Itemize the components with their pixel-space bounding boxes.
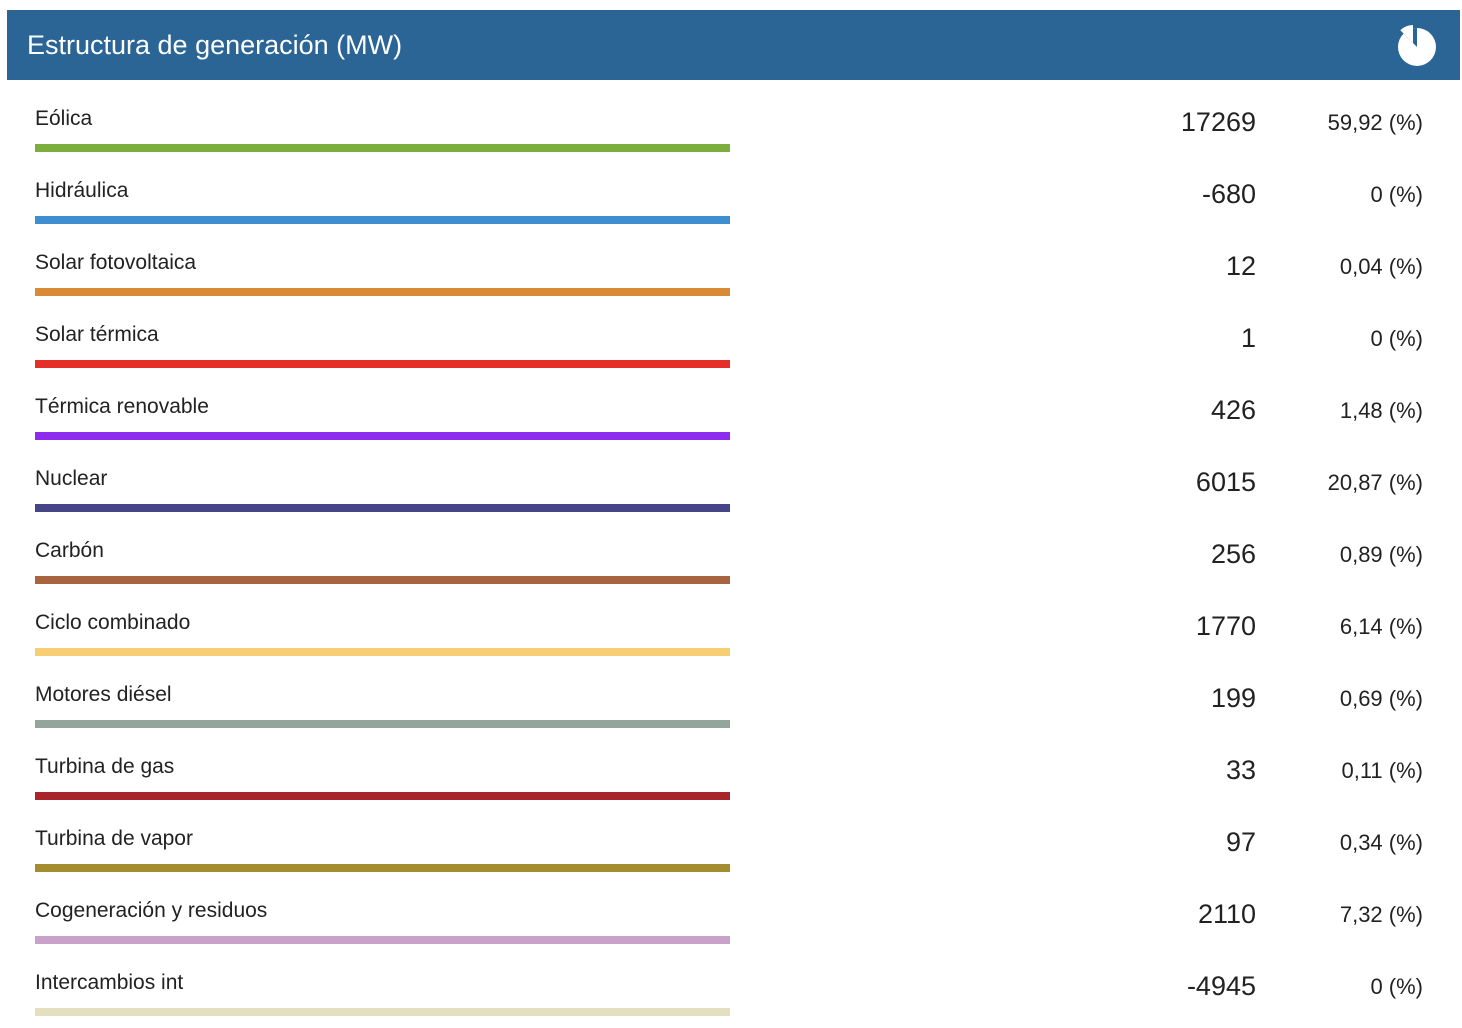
generation-row: Motores diésel 199 0,69 (%) (0, 662, 1462, 734)
source-label: Motores diésel (35, 683, 172, 706)
source-percent: 6,14 (%) (1339, 614, 1423, 639)
generation-row: Cogeneración y residuos 2110 7,32 (%) (0, 878, 1462, 950)
source-value: 1770 (1195, 611, 1256, 641)
source-color-bar (35, 432, 730, 440)
source-percent: 0,04 (%) (1339, 254, 1423, 279)
source-color-bar (35, 216, 730, 224)
source-color-bar (35, 360, 730, 368)
source-color-bar (35, 936, 730, 944)
source-value: 256 (1210, 539, 1256, 569)
source-label: Térmica renovable (35, 395, 209, 418)
source-color-bar (35, 864, 730, 872)
source-label: Turbina de vapor (35, 827, 193, 850)
generation-row: Carbón 256 0,89 (%) (0, 518, 1462, 590)
source-value: 33 (1225, 755, 1256, 785)
source-percent: 59,92 (%) (1327, 110, 1423, 135)
source-label: Nuclear (35, 467, 108, 490)
source-color-bar (35, 576, 730, 584)
source-percent: 7,32 (%) (1339, 902, 1423, 927)
source-label: Turbina de gas (35, 755, 175, 778)
source-color-bar (35, 144, 730, 152)
generation-list: Eólica 17269 59,92 (%) Hidráulica -680 0 (%) S… (0, 86, 1462, 1022)
source-value: 17269 (1180, 107, 1256, 137)
generation-row: Ciclo combinado 1770 6,14 (%) (0, 590, 1462, 662)
source-color-bar (35, 648, 730, 656)
generation-row: Hidráulica -680 0 (%) (0, 158, 1462, 230)
source-percent: 0,34 (%) (1339, 830, 1423, 855)
source-value: 2110 (1197, 899, 1256, 929)
source-label: Ciclo combinado (35, 611, 191, 634)
source-percent: 0,11 (%) (1341, 758, 1423, 783)
source-label: Solar fotovoltaica (35, 251, 197, 274)
source-label: Solar térmica (35, 323, 159, 346)
source-percent: 0,89 (%) (1339, 542, 1423, 567)
source-color-bar (35, 1008, 730, 1016)
generation-row: Turbina de gas 33 0,11 (%) (0, 734, 1462, 806)
source-value: 1 (1240, 323, 1256, 353)
source-value: 426 (1210, 395, 1256, 425)
source-color-bar (35, 792, 730, 800)
generation-row: Intercambios int -4945 0 (%) (0, 950, 1462, 1022)
source-percent: 0 (%) (1370, 326, 1423, 351)
source-value: 97 (1225, 827, 1256, 857)
pie-chart-icon[interactable] (1393, 22, 1439, 68)
source-value: 12 (1225, 251, 1256, 281)
source-color-bar (35, 720, 730, 728)
source-color-bar (35, 288, 730, 296)
generation-row: Solar fotovoltaica 12 0,04 (%) (0, 230, 1462, 302)
source-value: 199 (1210, 683, 1256, 713)
generation-row: Nuclear 6015 20,87 (%) (0, 446, 1462, 518)
source-label: Intercambios int (35, 971, 184, 994)
generation-row: Solar térmica 1 0 (%) (0, 302, 1462, 374)
source-value: -4945 (1186, 971, 1256, 1001)
source-value: -680 (1201, 179, 1256, 209)
source-percent: 0,69 (%) (1339, 686, 1423, 711)
source-label: Hidráulica (35, 179, 129, 202)
generation-row: Térmica renovable 426 1,48 (%) (0, 374, 1462, 446)
source-color-bar (35, 504, 730, 512)
source-percent: 20,87 (%) (1327, 470, 1423, 495)
source-percent: 1,48 (%) (1339, 398, 1423, 423)
panel-title: Estructura de generación (MW) (27, 30, 403, 60)
source-label: Cogeneración y residuos (35, 899, 268, 922)
source-value: 6015 (1195, 467, 1256, 497)
source-percent: 0 (%) (1370, 182, 1423, 207)
panel-header: Estructura de generación (MW) (7, 10, 1460, 80)
source-percent: 0 (%) (1370, 974, 1423, 999)
source-label: Eólica (35, 107, 93, 130)
generation-row: Turbina de vapor 97 0,34 (%) (0, 806, 1462, 878)
generation-row: Eólica 17269 59,92 (%) (0, 86, 1462, 158)
source-label: Carbón (35, 539, 104, 562)
